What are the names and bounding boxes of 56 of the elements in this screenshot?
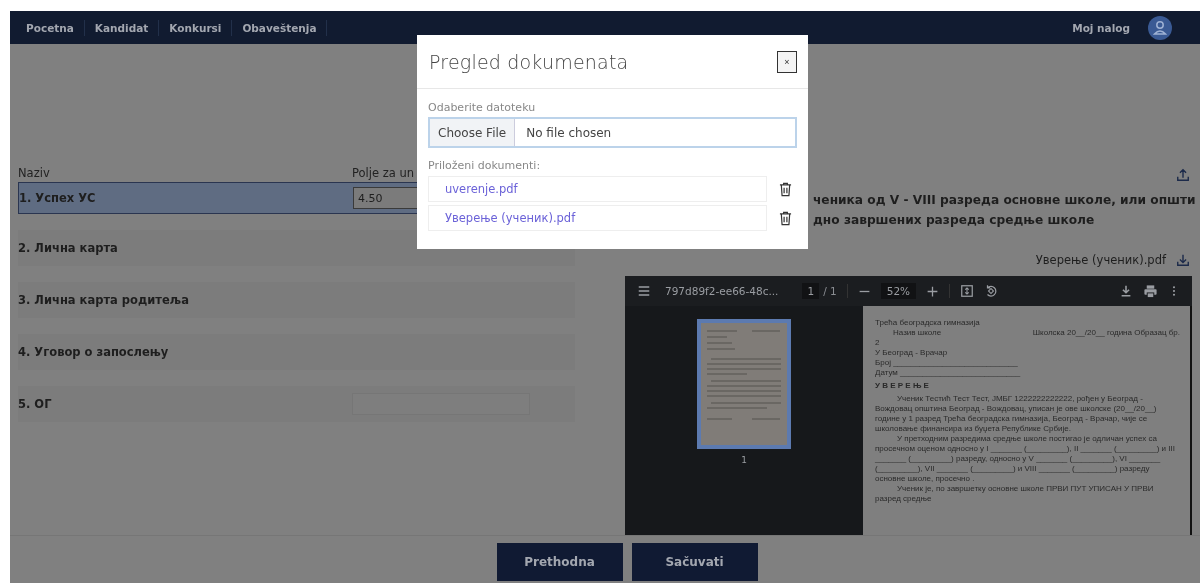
document-text: У Београд - Врачар <box>875 348 949 358</box>
download-icon[interactable] <box>1176 253 1190 267</box>
avatar-icon[interactable] <box>1148 15 1172 40</box>
document-text: Број ____________________________ <box>875 358 1019 368</box>
column-header: Naziv <box>18 166 51 180</box>
page-thumbnail[interactable] <box>697 319 791 449</box>
modal-title: Pregled dokumenata <box>429 50 629 73</box>
document-text: Трећа београдска гимназија <box>875 318 981 328</box>
document-row[interactable]: 4. Уговор о запослењу <box>18 334 575 370</box>
nav-link[interactable]: Kandidat <box>84 19 160 36</box>
nav-link[interactable]: Pocetna <box>16 19 85 36</box>
row-label: 5. ОГ <box>18 397 53 411</box>
row-label: 4. Уговор о запослењу <box>18 345 170 359</box>
document-link[interactable]: Уверење (ученик).pdf <box>1035 253 1166 267</box>
page-total: / 1 <box>823 285 837 297</box>
page-field[interactable]: 1 <box>802 283 820 299</box>
document-row[interactable]: 3. Лична карта родитеља <box>18 282 575 318</box>
choose-file-button[interactable]: Choose File <box>430 119 516 146</box>
attachment-link[interactable]: uverenje.pdf <box>428 176 767 202</box>
attachment-link[interactable]: Уверење (ученик).pdf <box>428 205 767 231</box>
criterion-title: дно завршених разреда средње школе <box>813 212 1096 229</box>
document-paragraph: Ученик Тестић Тест Тест, ЈМБГ 1222222222222, рођен у Београд - Вождовац општина Београд - Вождовац, уписан је ове школске (20__/20__) године у 1 разред Трећа београдска гимназија, Београд - Врачар, чије се школовање финансира из буџета Републике Србије. <box>875 394 1158 434</box>
field-label: Odaberite datoteku <box>428 101 537 115</box>
file-name: 797d89f2-ee66-48c... <box>665 285 779 297</box>
zoom-field[interactable]: 52% <box>880 283 917 299</box>
file-input[interactable]: Choose File No file chosen <box>428 117 797 148</box>
trash-icon[interactable] <box>779 210 792 226</box>
menu-icon[interactable] <box>637 284 651 298</box>
close-button[interactable]: × <box>777 50 797 73</box>
download-icon[interactable] <box>1119 284 1133 298</box>
document-paragraph: Ученик је, по завршетку основне школе ПРВИ ПУТ УПИСАН У ПРВИ разред средње <box>875 484 1155 504</box>
document-heading: У В Е Р Е Њ Е <box>875 381 930 391</box>
zoom-in-icon[interactable] <box>926 284 940 298</box>
row-label: 3. Лична карта родитеља <box>18 293 190 307</box>
upload-icon[interactable] <box>1176 168 1190 182</box>
document-text: Назив школе <box>892 328 942 338</box>
document-paragraph: У претходним разредима средње школе постигао је одличан успех са просечном оценом односно у I _______ (_________), II _______ (_________) и III _______ (_________) разреду, односно у V _______ (_________), VI _______ (_________), VII _______ (_________) и VIII _______ (_________) разреду основне школе, просечно . <box>875 434 1176 484</box>
file-status: No file chosen <box>525 124 612 142</box>
document-text: 2 <box>875 338 881 348</box>
document-text: Датум ___________________________ <box>875 368 1022 378</box>
row-label: 1. Успех УС <box>19 191 97 205</box>
row-label: 2. Лична карта <box>18 241 119 255</box>
print-icon[interactable] <box>1143 283 1158 299</box>
nav-link[interactable]: Konkursi <box>159 19 233 36</box>
column-header: Polje za un <box>352 166 414 180</box>
footer-button[interactable]: Sačuvati <box>631 543 758 581</box>
page-number: 1 <box>741 455 747 465</box>
trash-icon[interactable] <box>779 181 792 197</box>
fit-page-icon[interactable] <box>960 284 975 298</box>
field-label: Priloženi dokumenti: <box>428 159 542 173</box>
nav-link[interactable]: Obaveštenja <box>232 19 328 36</box>
rotate-icon[interactable] <box>984 284 999 298</box>
footer-button[interactable]: Prethodna <box>496 543 623 581</box>
document-text: Школска 20__/20__ година Образац бр. <box>1032 328 1180 338</box>
account-link[interactable]: Moj nalog <box>1062 19 1140 36</box>
document-row[interactable]: 5. ОГ <box>18 386 575 422</box>
